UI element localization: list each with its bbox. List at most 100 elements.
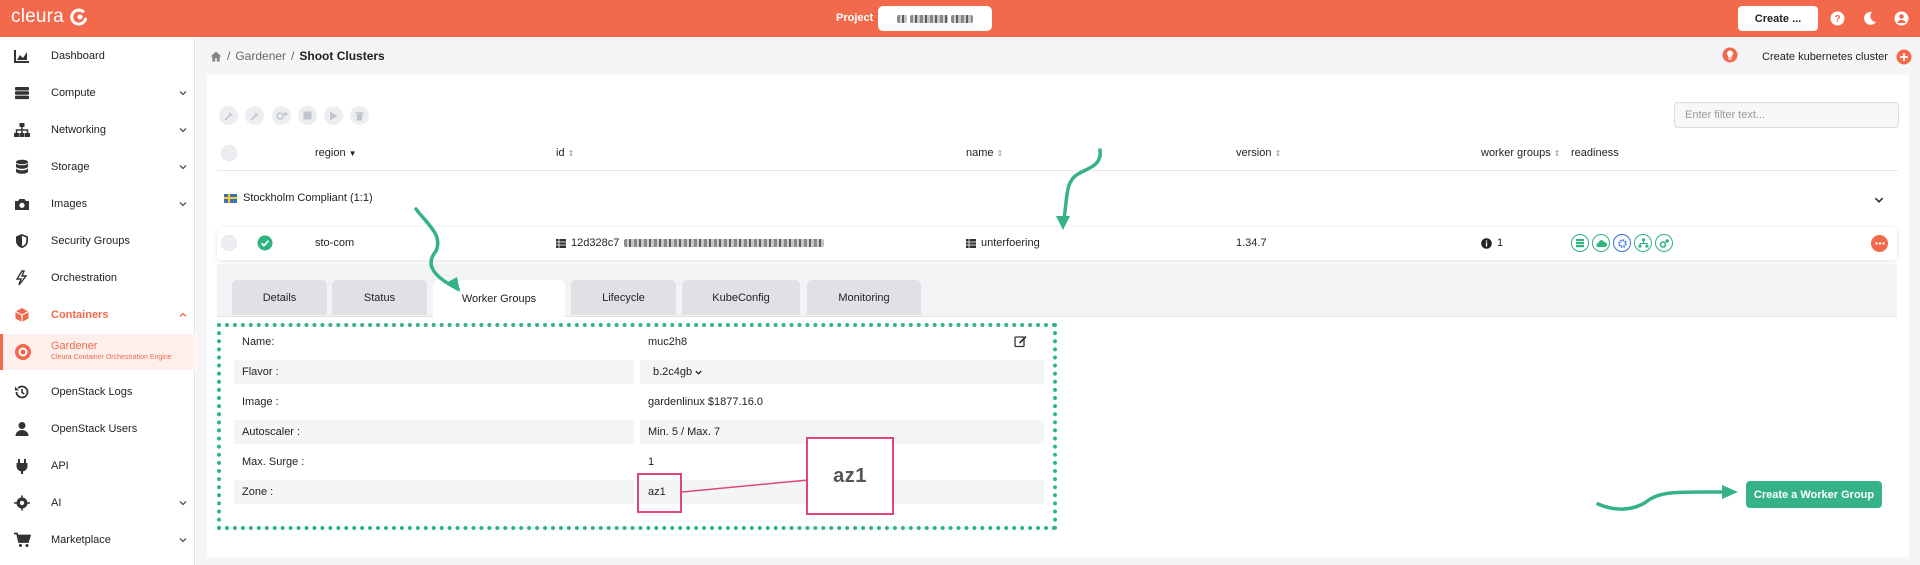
- tools-icon[interactable]: [245, 106, 264, 125]
- shield-icon: [12, 231, 32, 251]
- row-actions-button[interactable]: [1871, 235, 1888, 252]
- cell-region: sto-com: [315, 237, 354, 249]
- sort-icon: ⇕: [567, 148, 575, 158]
- tab-kubeconfig[interactable]: KubeConfig: [682, 280, 800, 315]
- home-icon[interactable]: [210, 51, 222, 62]
- column-header-label: region: [315, 147, 346, 159]
- annotation-zoom-callout: az1: [806, 437, 894, 515]
- redacted-text: [897, 14, 907, 23]
- row-select-radio[interactable]: [221, 235, 237, 251]
- column-header-label: worker groups: [1481, 147, 1551, 159]
- lightbulb-icon[interactable]: [1722, 47, 1738, 63]
- sidebar-item-label: API: [51, 459, 69, 472]
- breadcrumb-separator: /: [227, 49, 231, 63]
- region-group-label: Stockholm Compliant (1:1): [243, 192, 373, 204]
- chart-icon: [12, 46, 32, 66]
- box-icon: [12, 305, 32, 325]
- user-icon: [12, 419, 32, 439]
- database-icon: [12, 157, 32, 177]
- annotation-zone-highlight: [637, 473, 682, 513]
- readiness-gears-icon[interactable]: [1655, 234, 1673, 252]
- column-header-name[interactable]: name ⇕: [966, 147, 1003, 159]
- sort-desc-icon: ▼: [348, 148, 357, 158]
- sidebar-item-openstack-logs[interactable]: OpenStack Logs: [0, 373, 195, 410]
- redacted-text: [910, 14, 948, 23]
- sidebar-item-compute[interactable]: Compute: [0, 74, 195, 111]
- filter-input[interactable]: [1674, 102, 1899, 128]
- sidebar-item-containers[interactable]: Containers: [0, 296, 195, 333]
- annotation-arrow: [414, 207, 460, 292]
- create-worker-group-button[interactable]: Create a Worker Group: [1746, 481, 1882, 508]
- breadcrumb-gardener[interactable]: Gardener: [235, 49, 286, 63]
- sort-icon: ⇕: [996, 148, 1004, 158]
- sidebar-item-openstack-users[interactable]: OpenStack Users: [0, 410, 195, 447]
- cell-worker-groups: 1: [1481, 237, 1503, 249]
- sidebar-item-ai[interactable]: AI: [0, 484, 195, 521]
- top-bar: cleura Project Create ... ?: [0, 0, 1920, 37]
- sidebar-item-images[interactable]: Images: [0, 185, 195, 222]
- sidebar-item-label: OpenStack Users: [51, 422, 138, 435]
- play-icon[interactable]: [324, 106, 343, 125]
- chevron-down-icon: [179, 201, 187, 206]
- stop-icon[interactable]: [298, 106, 317, 125]
- sidebar-item-networking[interactable]: Networking: [0, 111, 195, 148]
- tab-lifecycle[interactable]: Lifecycle: [571, 280, 676, 315]
- sidebar-item-marketplace[interactable]: Marketplace: [0, 521, 195, 558]
- readiness-cogs-icon[interactable]: [1613, 234, 1631, 252]
- column-header-label: name: [966, 147, 994, 159]
- create-kubernetes-cluster-button[interactable]: Create kubernetes cluster: [1762, 49, 1912, 65]
- chevron-down-icon: [179, 500, 187, 505]
- column-header-version[interactable]: version ⇕: [1236, 147, 1281, 159]
- chevron-down-icon[interactable]: [1873, 194, 1885, 206]
- sidebar-item-security-groups[interactable]: Security Groups: [0, 222, 195, 259]
- plus-circle-icon: [1896, 49, 1912, 65]
- cogs-icon[interactable]: [272, 106, 291, 125]
- user-icon[interactable]: [1893, 10, 1910, 27]
- annotation-connector-line: [681, 479, 809, 493]
- column-header-id[interactable]: id ⇕: [556, 147, 574, 159]
- sidebar-item-label: Marketplace: [51, 533, 111, 546]
- column-header-worker-groups[interactable]: worker groups ⇕: [1481, 147, 1560, 159]
- readiness-cloud-icon[interactable]: [1592, 234, 1610, 252]
- sidebar-item-label: Orchestration: [51, 271, 118, 284]
- chevron-down-icon: [179, 90, 187, 95]
- create-kubernetes-cluster-label: Create kubernetes cluster: [1762, 51, 1888, 63]
- list-icon: [556, 238, 566, 248]
- moon-icon[interactable]: [1861, 10, 1878, 27]
- region-group-row[interactable]: Stockholm Compliant (1:1): [224, 192, 373, 204]
- sidebar-item-label: Compute: [51, 86, 96, 99]
- help-icon[interactable]: ?: [1829, 10, 1846, 27]
- sort-icon: ⇕: [1553, 148, 1561, 158]
- select-all-radio[interactable]: [221, 145, 237, 161]
- readiness-network-icon[interactable]: [1634, 234, 1652, 252]
- sidebar-item-label: Networking: [51, 123, 107, 136]
- sidebar-item-label: Images: [51, 197, 88, 210]
- sidebar-item-dashboard[interactable]: Dashboard: [0, 37, 195, 74]
- sidebar-item-gardener[interactable]: Gardener Cleura Container Orchestration …: [0, 334, 195, 370]
- version-value: 1.34.7: [1236, 237, 1267, 249]
- chevron-down-icon: [179, 164, 187, 169]
- cleura-logo[interactable]: cleura: [11, 6, 88, 28]
- sidebar-item-api[interactable]: API: [0, 447, 195, 484]
- sidebar: Dashboard Compute Networking Storage Ima…: [0, 37, 195, 565]
- network-icon: [12, 120, 32, 140]
- sidebar-item-label: Gardener: [51, 340, 98, 352]
- tab-monitoring[interactable]: Monitoring: [807, 280, 921, 315]
- page-title: Shoot Clusters: [299, 49, 385, 63]
- trash-icon[interactable]: [350, 106, 369, 125]
- project-select[interactable]: [878, 6, 992, 31]
- sidebar-item-orchestration[interactable]: Orchestration: [0, 259, 195, 296]
- sidebar-item-storage[interactable]: Storage: [0, 148, 195, 185]
- column-header-label: id: [556, 147, 565, 159]
- create-menu-button[interactable]: Create ...: [1738, 6, 1818, 31]
- readiness-server-icon[interactable]: [1571, 234, 1589, 252]
- region-value: sto-com: [315, 237, 355, 249]
- cell-id: 12d328c7: [556, 237, 825, 249]
- column-header-region[interactable]: region ▼: [315, 147, 357, 159]
- sort-icon: ⇕: [1274, 148, 1282, 158]
- redacted-text: [951, 14, 973, 23]
- tab-label: Details: [262, 291, 297, 304]
- tab-details[interactable]: Details: [232, 280, 327, 315]
- history-icon: [12, 382, 32, 402]
- wrench-icon[interactable]: [219, 106, 238, 125]
